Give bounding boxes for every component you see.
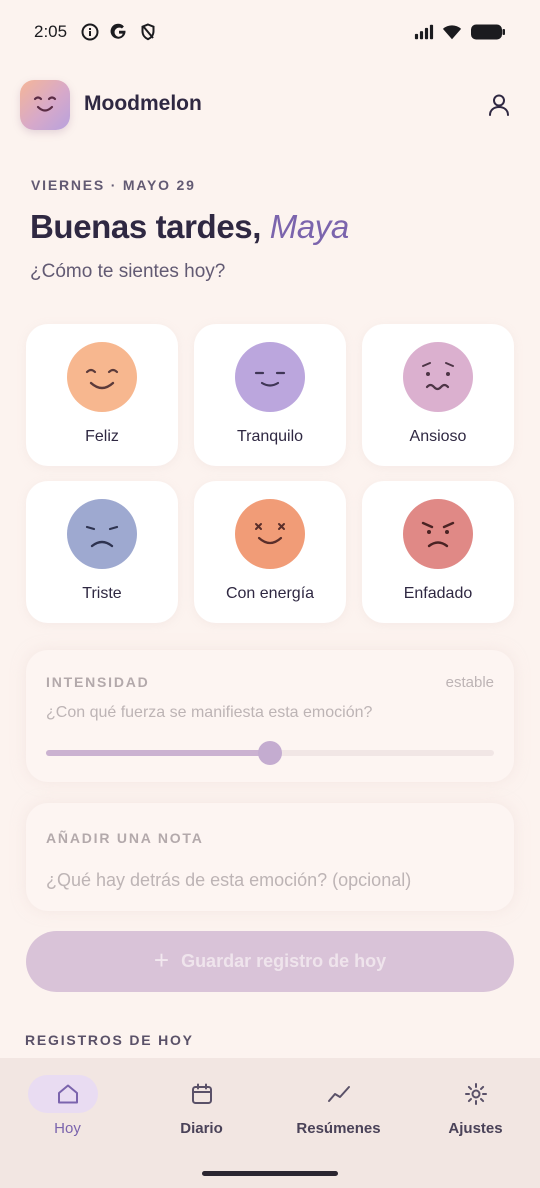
status-icons-left bbox=[80, 22, 158, 42]
trend-icon bbox=[327, 1086, 350, 1102]
greeting-title: Buenas tardes, Maya bbox=[30, 208, 349, 246]
happy-face-icon bbox=[67, 342, 137, 412]
mood-label: Feliz bbox=[85, 428, 119, 445]
nav-label: Resúmenes bbox=[296, 1120, 381, 1137]
mood-label: Tranquilo bbox=[236, 428, 304, 445]
energetic-face-icon bbox=[235, 499, 305, 569]
note-card: AÑADIR UNA NOTA ¿Qué hay detrás de esta … bbox=[26, 803, 514, 911]
mood-card-triste[interactable]: Triste bbox=[26, 481, 178, 623]
mood-label: Enfadado bbox=[403, 585, 473, 602]
nav-item-resumenes[interactable]: Resúmenes bbox=[271, 1058, 406, 1158]
slider-thumb[interactable] bbox=[258, 741, 282, 765]
intensity-card: INTENSIDAD estable ¿Con qué fuerza se ma… bbox=[26, 650, 514, 782]
slider-fill bbox=[46, 750, 270, 756]
status-icons-right bbox=[414, 22, 506, 42]
mood-card-enfadado[interactable]: Enfadado bbox=[362, 481, 514, 623]
info-icon bbox=[80, 22, 100, 42]
status-time: 2:05 bbox=[34, 22, 68, 41]
mood-card-feliz[interactable]: Feliz bbox=[26, 324, 178, 466]
home-icon bbox=[57, 1084, 78, 1104]
calm-face-icon bbox=[235, 342, 305, 412]
angry-face-icon bbox=[403, 499, 473, 569]
intensity-slider[interactable] bbox=[46, 741, 494, 765]
user-name: Maya bbox=[269, 208, 350, 245]
greeting-salutation: Buenas tardes, bbox=[30, 208, 270, 245]
user-icon[interactable] bbox=[486, 92, 512, 118]
mood-label: Triste bbox=[82, 585, 122, 602]
nav-item-ajustes[interactable]: Ajustes bbox=[408, 1058, 540, 1158]
intensity-state: estable bbox=[445, 674, 494, 691]
mood-label: Con energía bbox=[225, 585, 315, 602]
note-input[interactable]: ¿Qué hay detrás de esta emoción? (opcion… bbox=[46, 870, 411, 891]
app-name: Moodmelon bbox=[84, 92, 202, 115]
intensity-question: ¿Con qué fuerza se manifiesta esta emoci… bbox=[46, 704, 373, 721]
shield-icon bbox=[138, 22, 158, 42]
mood-label: Ansioso bbox=[409, 428, 467, 445]
anxious-face-icon bbox=[403, 342, 473, 412]
calendar-icon bbox=[191, 1083, 212, 1104]
plus-icon: + bbox=[153, 945, 170, 975]
battery-icon bbox=[470, 22, 506, 42]
settings-icon bbox=[464, 1083, 487, 1105]
bottom-nav: Hoy Diario Resúmenes Ajustes bbox=[0, 1058, 540, 1188]
note-label: AÑADIR UNA NOTA bbox=[46, 830, 204, 846]
status-bar: 2:05 bbox=[0, 0, 540, 64]
save-record-button[interactable]: + Guardar registro de hoy bbox=[26, 931, 514, 992]
mood-card-ansioso[interactable]: Ansioso bbox=[362, 324, 514, 466]
smile-logo-icon bbox=[20, 80, 70, 130]
mood-card-tranquilo[interactable]: Tranquilo bbox=[194, 324, 346, 466]
mood-question: ¿Cómo te sientes hoy? bbox=[30, 261, 226, 282]
nav-label: Diario bbox=[180, 1120, 223, 1137]
signal-icon bbox=[414, 22, 434, 42]
nav-item-diario[interactable]: Diario bbox=[134, 1058, 269, 1158]
nav-label: Ajustes bbox=[448, 1120, 503, 1137]
mood-card-con-energia[interactable]: Con energía bbox=[194, 481, 346, 623]
google-icon bbox=[109, 22, 129, 42]
nav-item-hoy[interactable]: Hoy bbox=[0, 1058, 135, 1158]
sad-face-icon bbox=[67, 499, 137, 569]
save-button-label: Guardar registro de hoy bbox=[181, 951, 387, 971]
intensity-label: INTENSIDAD bbox=[46, 674, 150, 690]
nav-label: Hoy bbox=[54, 1120, 81, 1137]
home-indicator bbox=[202, 1171, 338, 1176]
records-title: REGISTROS DE HOY bbox=[25, 1032, 194, 1048]
date-label: VIERNES · MAYO 29 bbox=[31, 177, 196, 193]
wifi-icon bbox=[442, 22, 462, 42]
app-header: Moodmelon bbox=[20, 80, 520, 130]
